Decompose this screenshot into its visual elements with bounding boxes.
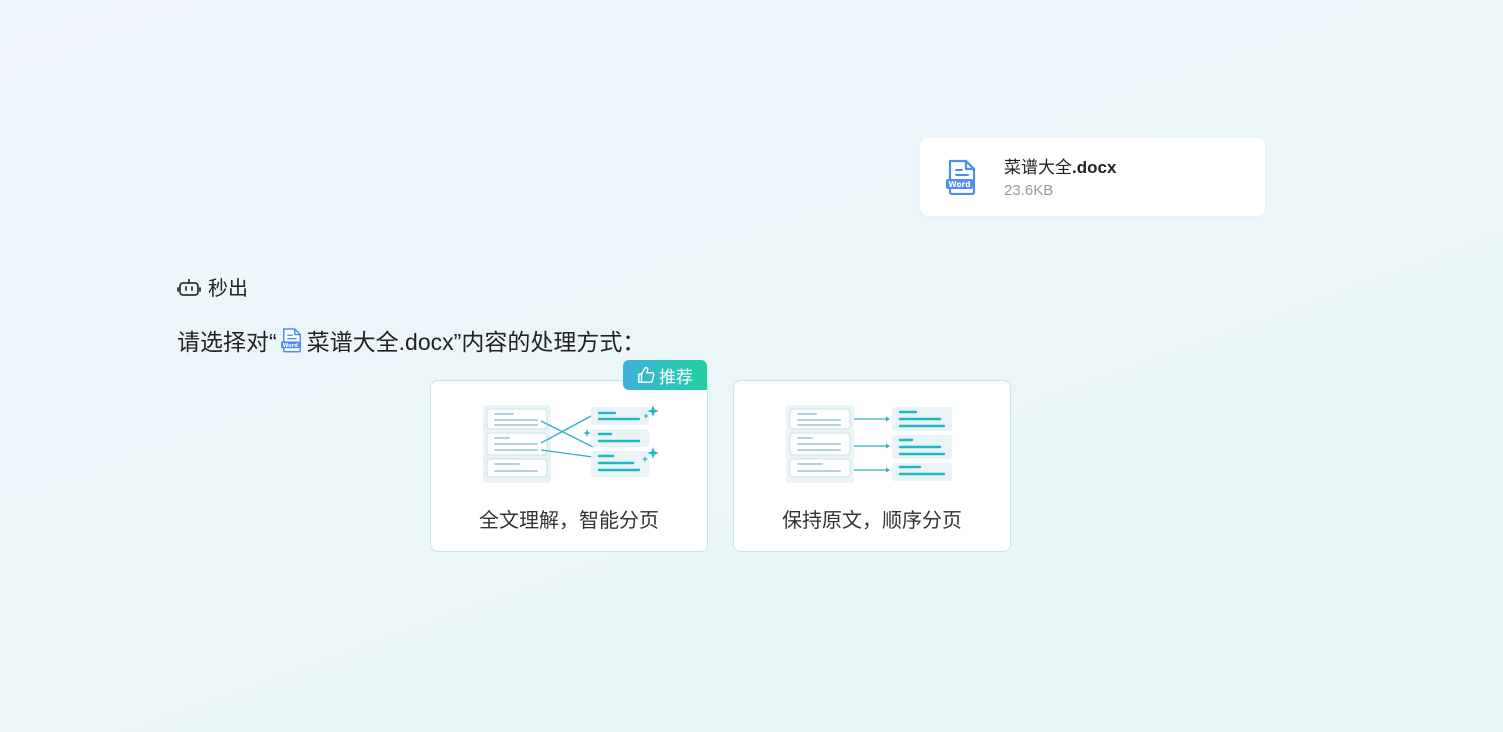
smart-split-illustration — [483, 405, 659, 483]
word-file-icon: Word — [280, 328, 301, 353]
prompt-suffix: ”内容的处理方式： — [453, 329, 646, 355]
word-file-icon: Word — [946, 159, 976, 195]
svg-text:Word: Word — [282, 343, 298, 349]
option-label: 全文理解，智能分页 — [479, 510, 659, 532]
thumbs-up-icon — [638, 366, 655, 383]
recommended-badge: 推荐 — [623, 360, 707, 390]
option-label: 保持原文，顺序分页 — [782, 510, 962, 532]
option-sequential-split[interactable]: 保持原文，顺序分页 — [733, 380, 1011, 552]
prompt-file-name: 菜谱大全.docx — [306, 329, 454, 355]
attachment-card[interactable]: Word 菜谱大全.docx 23.6KB — [920, 138, 1265, 216]
sequential-split-illustration — [786, 405, 952, 483]
attachment-size: 23.6KB — [1004, 182, 1054, 199]
robot-icon — [177, 278, 201, 296]
prompt-question: 请选择对“ Word 菜谱大全.docx ”内容的处理方式： — [177, 323, 645, 357]
option-smart-split[interactable]: 全文理解，智能分页 — [430, 380, 708, 552]
assistant-name: 秒出 — [208, 278, 248, 300]
assistant-header: 秒出 — [177, 272, 248, 301]
prompt-prefix: 请选择对“ — [177, 329, 277, 355]
badge-label: 推荐 — [659, 367, 693, 387]
svg-text:Word: Word — [948, 180, 970, 189]
attachment-name: 菜谱大全.docx — [1004, 158, 1117, 177]
